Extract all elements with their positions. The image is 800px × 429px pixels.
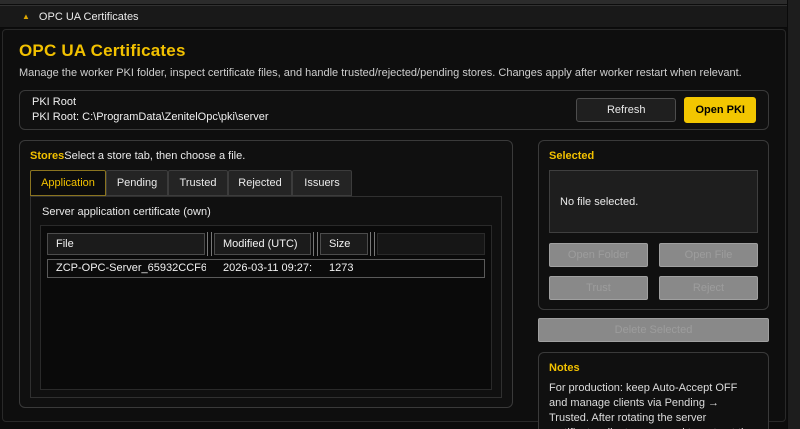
cell-file: ZCP-OPC-Server_65932CCF6D0CE126FE: [48, 260, 206, 277]
table-caption: Server application certificate (own): [42, 206, 492, 218]
table-header-row: File Modified (UTC) Size: [47, 232, 485, 256]
notes-heading: Notes: [549, 362, 758, 374]
column-header-size[interactable]: Size: [320, 233, 368, 255]
collapsible-section-header[interactable]: ▲ OPC UA Certificates: [0, 5, 787, 28]
column-header-modified[interactable]: Modified (UTC): [214, 233, 311, 255]
tab-trusted[interactable]: Trusted: [168, 170, 228, 196]
tab-pending[interactable]: Pending: [106, 170, 168, 196]
store-tabs: Application Pending Trusted Rejected Iss…: [30, 170, 502, 196]
section-header-title: OPC UA Certificates: [39, 11, 139, 23]
trust-button[interactable]: Trust: [549, 276, 648, 300]
previous-section-edge: [0, 0, 787, 4]
pki-root-label: PKI Root: [32, 95, 269, 110]
certificate-table: File Modified (UTC) Size ZCP-OPC-Server_…: [40, 225, 492, 390]
page-title: OPC UA Certificates: [19, 41, 769, 61]
column-resize-handle[interactable]: [207, 232, 212, 256]
open-pki-button[interactable]: Open PKI: [684, 97, 756, 123]
open-folder-button[interactable]: Open Folder: [549, 243, 648, 267]
refresh-button[interactable]: Refresh: [576, 98, 677, 122]
pki-root-box: PKI Root PKI Root: C:\ProgramData\Zenite…: [19, 90, 769, 130]
notes-body: For production: keep Auto-Accept OFF and…: [549, 381, 758, 429]
tab-issuers[interactable]: Issuers: [292, 170, 352, 196]
selected-heading: Selected: [549, 150, 758, 162]
opc-ua-certificates-panel: OPC UA Certificates Manage the worker PK…: [2, 29, 786, 422]
stores-hint: Select a store tab, then choose a file.: [64, 150, 245, 162]
table-row[interactable]: ZCP-OPC-Server_65932CCF6D0CE126FE 2026-0…: [47, 259, 485, 278]
column-header-file[interactable]: File: [47, 233, 205, 255]
selected-empty-state: No file selected.: [549, 170, 758, 233]
column-resize-handle[interactable]: [370, 232, 375, 256]
delete-selected-button[interactable]: Delete Selected: [538, 318, 769, 342]
notes-panel: Notes For production: keep Auto-Accept O…: [538, 352, 769, 429]
selected-panel: Selected No file selected. Open Folder O…: [538, 140, 769, 310]
application-tab-panel: Server application certificate (own) Fil…: [30, 196, 502, 398]
column-header-filler: [377, 233, 485, 255]
pki-root-path: PKI Root: C:\ProgramData\ZenitelOpc\pki\…: [32, 110, 269, 125]
tab-rejected[interactable]: Rejected: [228, 170, 292, 196]
cell-size: 1273: [321, 260, 369, 277]
vertical-scrollbar[interactable]: [787, 0, 800, 429]
cell-modified: 2026-03-11 09:27:21: [215, 260, 312, 277]
open-file-button[interactable]: Open File: [659, 243, 758, 267]
column-resize-handle[interactable]: [313, 232, 318, 256]
tab-application[interactable]: Application: [30, 170, 106, 196]
stores-panel: StoresSelect a store tab, then choose a …: [19, 140, 513, 408]
collapse-arrow-icon[interactable]: ▲: [22, 13, 30, 21]
stores-heading: Stores: [30, 150, 64, 162]
reject-button[interactable]: Reject: [659, 276, 758, 300]
page-subtitle: Manage the worker PKI folder, inspect ce…: [19, 67, 769, 79]
